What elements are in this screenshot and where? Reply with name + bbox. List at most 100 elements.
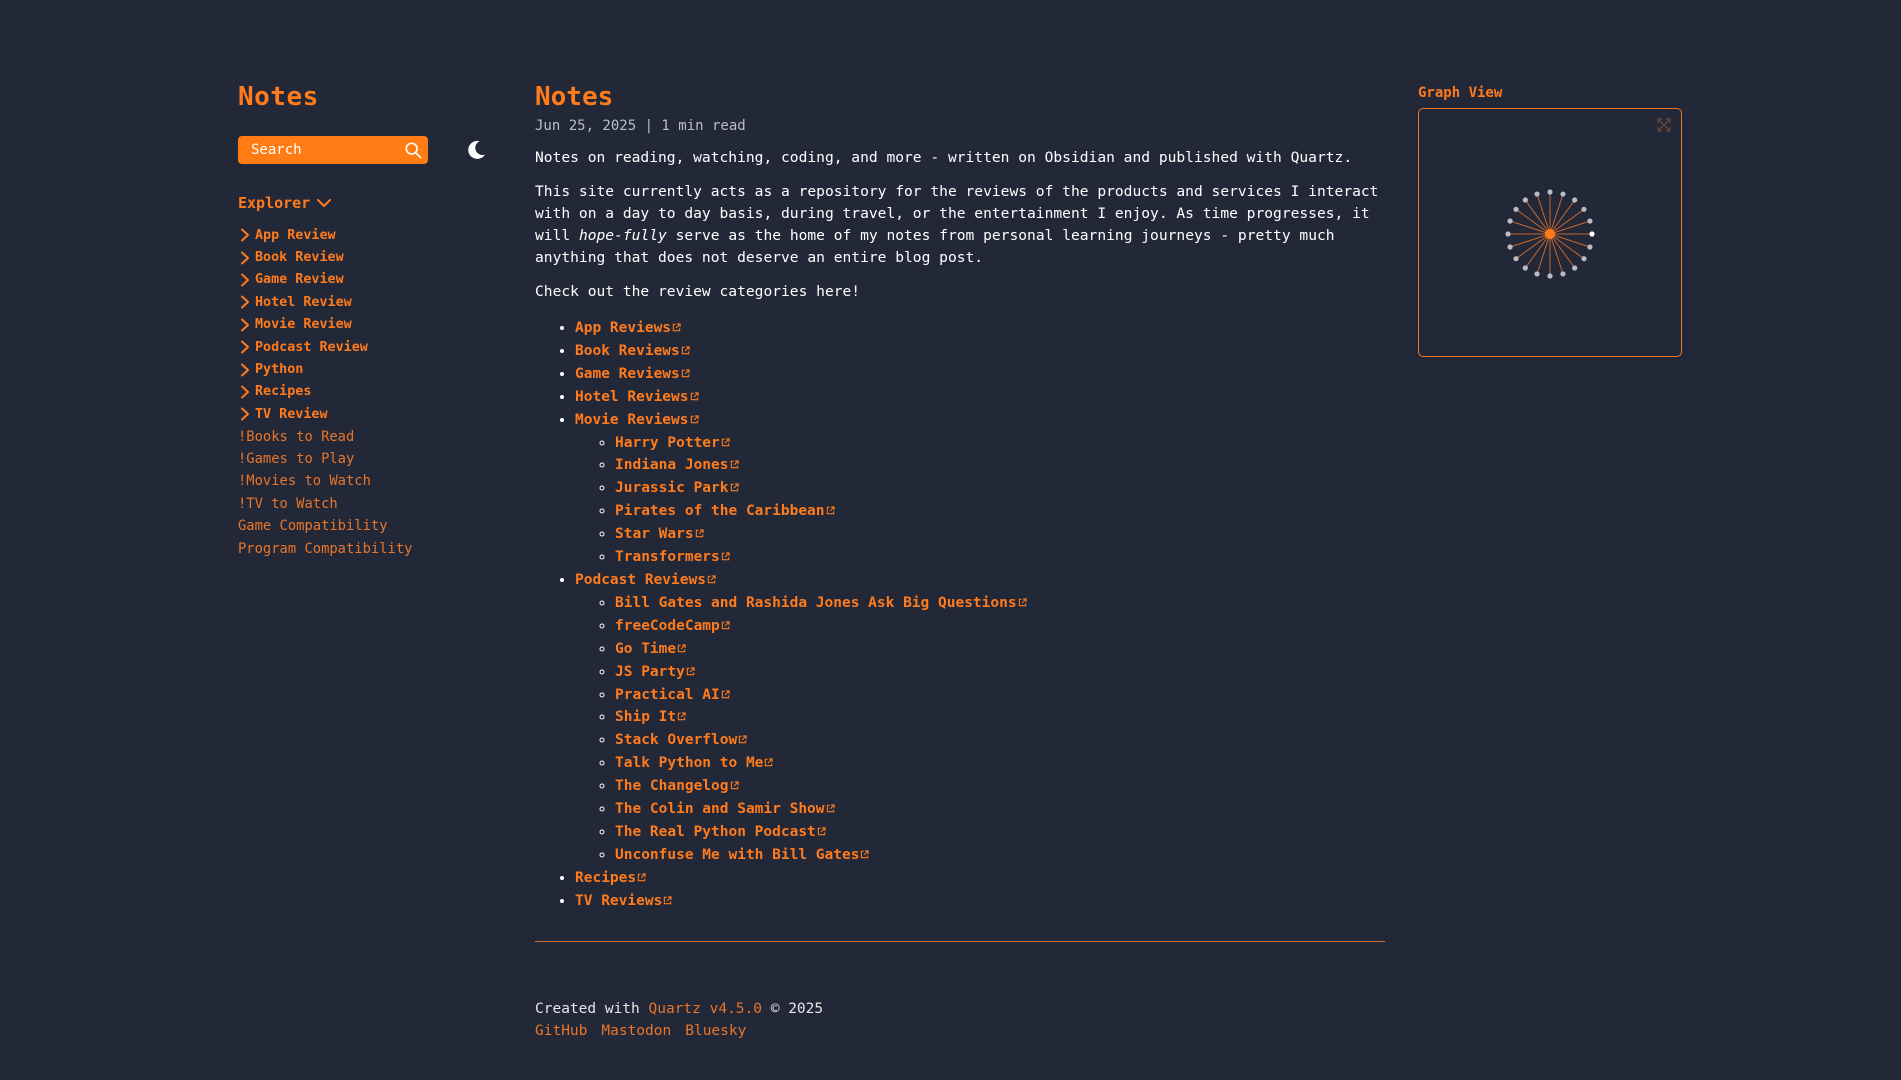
category-link-recipes[interactable]: Recipes xyxy=(575,870,646,886)
podcast-link[interactable]: Talk Python to Me xyxy=(615,755,774,771)
graph-node[interactable] xyxy=(1560,271,1566,277)
explorer-folder-tv-review[interactable]: TV Review xyxy=(238,403,488,425)
podcast-link[interactable]: The Changelog xyxy=(615,778,739,794)
movie-link[interactable]: Jurassic Park xyxy=(615,480,739,496)
external-link-icon xyxy=(695,529,704,538)
graph-node[interactable] xyxy=(1513,256,1519,262)
graph-edge xyxy=(1524,233,1551,269)
podcast-link[interactable]: Practical AI xyxy=(615,687,730,703)
graph-node[interactable] xyxy=(1587,218,1593,224)
movie-link[interactable]: Pirates of the Caribbean xyxy=(615,503,835,519)
podcast-link[interactable]: The Colin and Samir Show xyxy=(615,801,835,817)
explorer-folder-book-review[interactable]: Book Review xyxy=(238,246,488,268)
graph-node[interactable] xyxy=(1547,273,1553,279)
graph-node[interactable] xyxy=(1572,197,1578,203)
graph-node[interactable] xyxy=(1560,191,1566,197)
search-button[interactable]: Search xyxy=(238,136,428,164)
explorer-folder-movie-review[interactable]: Movie Review xyxy=(238,314,488,336)
category-link-app[interactable]: App Reviews xyxy=(575,320,681,336)
podcast-link[interactable]: freeCodeCamp xyxy=(615,618,730,634)
explorer-file-tv-to-watch[interactable]: !TV to Watch xyxy=(238,493,488,515)
movie-link[interactable]: Star Wars xyxy=(615,526,704,542)
github-link[interactable]: GitHub xyxy=(535,1023,587,1039)
bluesky-link[interactable]: Bluesky xyxy=(685,1023,746,1039)
list-item: Harry Potter xyxy=(615,432,1385,455)
list-item: The Changelog xyxy=(615,775,1385,798)
graph-node[interactable] xyxy=(1581,206,1587,212)
page: Notes Search Explorer App Review Book Re… xyxy=(0,0,1901,1080)
list-item: Movie Reviews Harry Potter Indiana Jones… xyxy=(575,409,1385,569)
explorer-folder-hotel-review[interactable]: Hotel Review xyxy=(238,291,488,313)
graph-node[interactable] xyxy=(1522,265,1528,271)
list-item: TV Reviews xyxy=(575,890,1385,913)
graph-node[interactable] xyxy=(1507,244,1513,250)
external-link-icon xyxy=(826,804,835,813)
graph-node[interactable] xyxy=(1572,265,1578,271)
explorer-folder-app-review[interactable]: App Review xyxy=(238,224,488,246)
movie-link[interactable]: Indiana Jones xyxy=(615,457,739,473)
explorer-file-game-compatibility[interactable]: Game Compatibility xyxy=(238,515,488,537)
movie-link[interactable]: Harry Potter xyxy=(615,435,730,451)
site-title[interactable]: Notes xyxy=(238,82,488,112)
graph-node[interactable] xyxy=(1522,197,1528,203)
graph-canvas[interactable] xyxy=(1419,109,1681,356)
category-link-book[interactable]: Book Reviews xyxy=(575,343,690,359)
explorer-file-movies-to-watch[interactable]: !Movies to Watch xyxy=(238,470,488,492)
graph-node[interactable] xyxy=(1507,218,1513,224)
category-link-tv[interactable]: TV Reviews xyxy=(575,893,672,909)
chevron-down-icon xyxy=(317,199,332,207)
podcast-link[interactable]: Go Time xyxy=(615,641,686,657)
explorer-file-games-to-play[interactable]: !Games to Play xyxy=(238,448,488,470)
graph-node[interactable] xyxy=(1513,206,1519,212)
explorer-folder-label: Recipes xyxy=(255,384,312,400)
graph-node[interactable] xyxy=(1547,189,1553,195)
graph-current-node[interactable] xyxy=(1545,229,1555,239)
divider xyxy=(535,940,1385,942)
graph-node[interactable] xyxy=(1589,231,1595,237)
list-item: Podcast Reviews Bill Gates and Rashida J… xyxy=(575,569,1385,867)
graph-edge xyxy=(1515,208,1551,235)
explorer-folder-recipes[interactable]: Recipes xyxy=(238,381,488,403)
left-sidebar: Notes Search Explorer App Review Book Re… xyxy=(238,82,488,560)
list-item: Bill Gates and Rashida Jones Ask Big Que… xyxy=(615,592,1385,615)
podcast-link[interactable]: JS Party xyxy=(615,664,695,680)
explorer-folder-podcast-review[interactable]: Podcast Review xyxy=(238,336,488,358)
explorer-toggle[interactable]: Explorer xyxy=(238,194,488,212)
graph-node[interactable] xyxy=(1534,271,1540,277)
chevron-right-icon xyxy=(241,251,249,265)
explorer-folder-python[interactable]: Python xyxy=(238,358,488,380)
category-link-podcast[interactable]: Podcast Reviews xyxy=(575,572,716,588)
external-link-icon xyxy=(721,552,730,561)
category-link-movie[interactable]: Movie Reviews xyxy=(575,412,699,428)
explorer-label: Explorer xyxy=(238,194,311,212)
list-item: Go Time xyxy=(615,638,1385,661)
podcast-link[interactable]: Ship It xyxy=(615,709,686,725)
podcast-link[interactable]: The Real Python Podcast xyxy=(615,824,826,840)
footer: Created with Quartz v4.5.0 © 2025 GitHub… xyxy=(535,998,1385,1042)
explorer-file-program-compatibility[interactable]: Program Compatibility xyxy=(238,537,488,559)
podcast-link[interactable]: Stack Overflow xyxy=(615,732,747,748)
graph-node[interactable] xyxy=(1505,231,1511,237)
explorer-folder-label: App Review xyxy=(255,227,336,243)
movie-link[interactable]: Transformers xyxy=(615,549,730,565)
mastodon-link[interactable]: Mastodon xyxy=(601,1023,671,1039)
darkmode-toggle[interactable] xyxy=(464,138,488,162)
footer-credit: Created with Quartz v4.5.0 © 2025 xyxy=(535,998,1385,1020)
explorer-file-books-to-read[interactable]: !Books to Read xyxy=(238,426,488,448)
category-link-hotel[interactable]: Hotel Reviews xyxy=(575,389,699,405)
graph-view[interactable] xyxy=(1418,108,1682,357)
list-item: Ship It xyxy=(615,706,1385,729)
graph-node[interactable] xyxy=(1581,256,1587,262)
quartz-link[interactable]: Quartz v4.5.0 xyxy=(649,1001,763,1017)
article: Notes Jun 25, 2025 | 1 min read Notes on… xyxy=(535,82,1385,1042)
podcast-link[interactable]: Bill Gates and Rashida Jones Ask Big Que… xyxy=(615,595,1027,611)
podcast-link[interactable]: Unconfuse Me with Bill Gates xyxy=(615,847,870,863)
graph-node[interactable] xyxy=(1587,244,1593,250)
category-link-game[interactable]: Game Reviews xyxy=(575,366,690,382)
explorer-folder-game-review[interactable]: Game Review xyxy=(238,269,488,291)
external-link-icon xyxy=(721,689,730,698)
graph-node[interactable] xyxy=(1534,191,1540,197)
external-link-icon xyxy=(721,437,730,446)
footer-links: GitHub Mastodon Bluesky xyxy=(535,1020,1385,1042)
search-placeholder: Search xyxy=(251,142,302,158)
